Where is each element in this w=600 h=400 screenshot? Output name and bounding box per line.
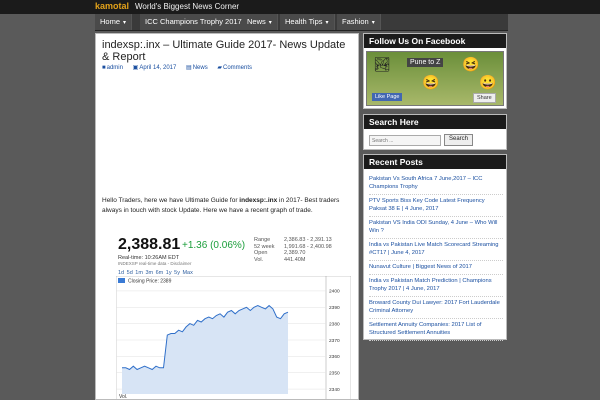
chevron-down-icon: ▾ — [123, 20, 127, 26]
search-button[interactable]: Search — [444, 134, 474, 146]
stock-chart: 2400 2390 2380 2370 2360 2350 2340 Closing Pri… — [116, 276, 351, 400]
nav-label: ICC Champions Trophy 2017 — [145, 17, 242, 26]
stat-value: 441.40M — [284, 256, 306, 263]
share-button[interactable]: Share — [473, 93, 496, 103]
stock-price: 2,388.81 — [118, 236, 181, 253]
like-page-button[interactable]: Like Page — [372, 93, 403, 101]
stock-change: +1.36 (0.06%) — [182, 240, 246, 251]
y-tick-label: 2380 — [329, 321, 340, 327]
stock-widget: 2,388.81 +1.36 (0.06%) Real-time: 10:26A… — [116, 236, 351, 400]
y-tick-label: 2360 — [329, 354, 340, 360]
author-link[interactable]: admin — [107, 65, 123, 71]
search-input[interactable] — [369, 135, 441, 146]
recent-post-link[interactable]: Pakistan Vs South Africa 7 June,2017 – I… — [369, 173, 503, 195]
date-link[interactable]: April 14, 2017 — [139, 65, 176, 71]
y-tick-label: 2340 — [329, 387, 340, 393]
user-icon: ■ — [102, 65, 106, 71]
nav-label: News — [247, 17, 266, 26]
stock-source[interactable]: INDEXSP real-time data - Disclaimer — [118, 261, 191, 266]
stat-label: Vol. — [254, 256, 264, 263]
nav-item-home[interactable]: Home ▾ — [95, 14, 133, 30]
top-bar: kamotal World's Biggest News Corner — [0, 0, 600, 14]
legend-label: Closing Price: 2389 — [128, 279, 172, 285]
y-tick-label: 2350 — [329, 371, 340, 377]
category-link[interactable]: News — [193, 65, 208, 71]
recent-post-link[interactable]: Nunavut Culture | Biggest News of 2017 — [369, 261, 503, 275]
nav-item-fashion[interactable]: Fashion ▾ — [337, 14, 381, 30]
article-meta: ■admin ▣April 14, 2017 ▤News ▰Comments — [102, 64, 260, 71]
emoji-face-icon: 😆 — [422, 74, 440, 90]
folder-icon: ▤ — [186, 65, 192, 71]
facebook-widget-title: Follow Us On Facebook — [364, 34, 506, 48]
emoji-face-icon: 😀 — [479, 74, 497, 90]
intro-keyword: indexsp:.inx — [239, 197, 278, 204]
chevron-down-icon: ▾ — [268, 20, 272, 26]
site-tagline: World's Biggest News Corner — [135, 2, 240, 11]
comments-link[interactable]: Comments — [223, 65, 252, 71]
search-widget: Search Here Search — [363, 114, 507, 150]
stat-value: 1,991.68 - 2,400.98 — [284, 243, 332, 250]
article-panel: indexsp:.inx – Ultimate Guide 2017- News… — [95, 33, 359, 400]
stat-value: 2,389.70 — [284, 250, 306, 256]
calendar-icon: ▣ — [132, 65, 139, 71]
nav-label: Fashion — [342, 17, 369, 26]
nav-label: Home — [100, 17, 121, 26]
intro-text: Hello Traders, here we have Ultimate Gui… — [102, 197, 240, 204]
y-tick-label: 2390 — [329, 305, 340, 311]
site-logo[interactable]: kamotal — [95, 1, 129, 11]
y-tick-label: 2370 — [329, 338, 340, 344]
search-widget-title: Search Here — [364, 115, 506, 129]
profile-image: 🏞 — [373, 56, 391, 72]
recent-posts-widget: Recent Posts Pakistan Vs South Africa 7 … — [363, 154, 507, 341]
recent-post-link[interactable]: Broward County Dui Lawyer: 2017 Fort Lau… — [369, 297, 503, 319]
facebook-page-card[interactable]: 🏞 Pune to Z 😆 😆 😀 Like Page Share — [366, 51, 504, 106]
volume-label: Vol. — [119, 394, 127, 400]
facebook-widget: Follow Us On Facebook 🏞 Pune to Z 😆 😆 😀 … — [363, 33, 507, 109]
recent-posts-list: Pakistan Vs South Africa 7 June,2017 – I… — [369, 173, 503, 341]
recent-post-link[interactable]: Pakistan VS India ODI Sunday, 4 June – W… — [369, 217, 503, 239]
stat-row: Vol. 441.40M — [254, 257, 332, 264]
chevron-down-icon: ▾ — [371, 20, 375, 26]
stat-value: 2,386.83 - 2,391.13 — [284, 237, 332, 243]
nav-item-icc[interactable]: ICC Champions Trophy 2017 — [140, 14, 248, 30]
recent-posts-title: Recent Posts — [364, 155, 506, 169]
stock-stats: Range 2,386.83 - 2,391.13 52 week 1,991.68… — [254, 237, 332, 263]
comment-icon: ▰ — [217, 65, 222, 71]
recent-post-link[interactable]: PTV Sports Biss Key Code Latest Frequenc… — [369, 195, 503, 217]
nav-item-news[interactable]: News ▾ — [242, 14, 278, 30]
chevron-down-icon: ▾ — [325, 20, 329, 26]
y-tick-label: 2400 — [329, 289, 340, 295]
nav-label: Health Tips — [285, 17, 323, 26]
article-intro: Hello Traders, here we have Ultimate Gui… — [102, 196, 354, 216]
facebook-page-name[interactable]: Pune to Z — [407, 58, 444, 67]
nav-item-health-tips[interactable]: Health Tips ▾ — [280, 14, 335, 30]
article-title[interactable]: indexsp:.inx – Ultimate Guide 2017- News… — [102, 39, 354, 63]
legend-swatch — [118, 278, 125, 283]
emoji-face-icon: 😆 — [462, 56, 480, 72]
main-nav: Home ▾ ICC Champions Trophy 2017 News ▾ He… — [95, 14, 508, 31]
recent-post-link[interactable]: India vs Pakistan Live Match Scorecard S… — [369, 239, 503, 261]
recent-post-link[interactable]: Settlement Annuity Companies: 2017 List … — [369, 319, 503, 341]
recent-post-link[interactable]: India vs Pakistan Match Prediction | Cha… — [369, 275, 503, 297]
